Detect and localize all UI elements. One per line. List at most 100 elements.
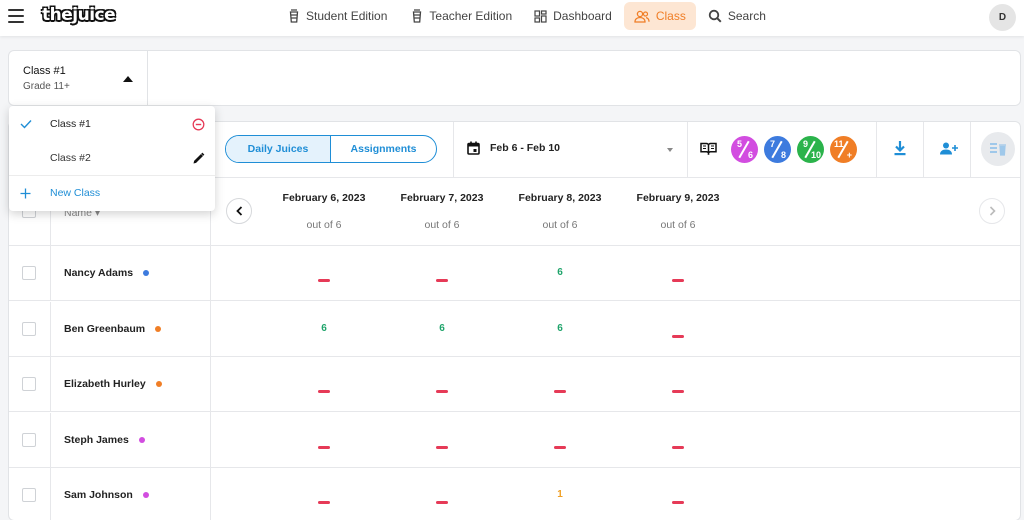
tab-assignments[interactable]: Assignments bbox=[331, 136, 436, 162]
missing-score-dash: - bbox=[672, 390, 684, 393]
nav-dashboard[interactable]: Dashboard bbox=[526, 2, 620, 30]
grade-badge-5-6[interactable]: 56 bbox=[731, 136, 758, 163]
checkbox-divider bbox=[50, 301, 51, 357]
date-range-select[interactable]: Feb 6 - Feb 10 bbox=[467, 141, 560, 155]
score-cell[interactable]: - bbox=[265, 271, 383, 282]
next-week-button[interactable] bbox=[979, 198, 1005, 224]
nav-class[interactable]: Class bbox=[623, 2, 696, 30]
selected-class-name: Class #1 bbox=[23, 65, 66, 77]
missing-score-dash: - bbox=[554, 445, 566, 449]
table-row: Nancy Adams - - 6 - bbox=[9, 246, 1020, 301]
missing-score-dash: - bbox=[672, 279, 684, 282]
score-cell[interactable]: - bbox=[619, 438, 737, 449]
nav-teacher-edition-label: Teacher Edition bbox=[429, 9, 513, 23]
date-range-label: Feb 6 - Feb 10 bbox=[490, 142, 561, 154]
day-date: February 7, 2023 bbox=[400, 192, 484, 204]
missing-score-dash: - bbox=[672, 334, 684, 338]
open-book-icon[interactable] bbox=[700, 141, 717, 155]
grade-badge-num: 9 bbox=[803, 139, 809, 149]
day-date: February 6, 2023 bbox=[282, 192, 366, 204]
missing-score-dash: - bbox=[436, 390, 448, 393]
checkbox-divider bbox=[50, 357, 51, 412]
pencil-icon[interactable] bbox=[192, 152, 205, 165]
student-checkbox[interactable] bbox=[22, 266, 36, 280]
day-out-of: out of 6 bbox=[306, 219, 342, 231]
student-name[interactable]: Elizabeth Hurley bbox=[64, 378, 162, 390]
view-toggle: Daily Juices Assignments bbox=[225, 135, 437, 163]
toolbar-divider bbox=[687, 122, 688, 178]
score-cell[interactable]: - bbox=[619, 493, 737, 504]
class-option-label: Class #1 bbox=[50, 118, 91, 130]
score-cell[interactable]: - bbox=[383, 271, 501, 282]
score-cell[interactable]: - bbox=[619, 327, 737, 338]
nav-search[interactable]: Search bbox=[700, 2, 774, 30]
grade-badge-num: 5 bbox=[737, 139, 743, 149]
top-nav-bar: thejuice Student Edition Teacher Edition… bbox=[0, 0, 1024, 36]
download-icon[interactable] bbox=[893, 140, 907, 156]
checkmark-icon bbox=[20, 120, 32, 129]
score-cell[interactable]: - bbox=[619, 271, 737, 282]
checkbox-divider bbox=[50, 468, 51, 520]
prev-week-button[interactable] bbox=[226, 198, 252, 224]
chevron-left-icon bbox=[235, 206, 242, 216]
score-cell[interactable]: - bbox=[501, 382, 619, 393]
class-option-2[interactable]: Class #2 bbox=[9, 141, 215, 175]
day-column-header: February 9, 2023 out of 6 bbox=[619, 192, 737, 231]
score-cell[interactable]: 6 bbox=[501, 267, 619, 278]
thejuice-logo[interactable]: thejuice bbox=[42, 5, 116, 25]
score-cell[interactable]: 6 bbox=[265, 323, 383, 334]
table-row: Steph James - - - - bbox=[9, 412, 1020, 468]
tab-daily-juices[interactable]: Daily Juices bbox=[226, 136, 331, 162]
hamburger-menu-icon[interactable] bbox=[8, 9, 24, 23]
score-cell[interactable]: - bbox=[383, 382, 501, 393]
score-cell[interactable]: 6 bbox=[383, 323, 501, 334]
class-select-button[interactable]: Class #1 Grade 11+ bbox=[9, 51, 148, 107]
nav-student-edition-label: Student Edition bbox=[306, 9, 388, 23]
day-column-header: February 8, 2023 out of 6 bbox=[501, 192, 619, 231]
student-checkbox[interactable] bbox=[22, 432, 36, 447]
score-cell[interactable]: - bbox=[265, 493, 383, 504]
user-avatar[interactable]: D bbox=[989, 4, 1016, 31]
student-name[interactable]: Ben Greenbaum bbox=[64, 323, 162, 335]
grade-badge-den: + bbox=[846, 150, 852, 160]
score-cell[interactable]: 1 bbox=[501, 489, 619, 500]
nav-student-edition[interactable]: Student Edition bbox=[278, 2, 397, 30]
chevron-right-icon bbox=[989, 206, 996, 216]
score-value: 6 bbox=[557, 322, 563, 334]
grade-badge-9-10[interactable]: 9 10 bbox=[797, 136, 824, 163]
missing-score-dash: - bbox=[436, 279, 448, 282]
class-option-1[interactable]: Class #1 bbox=[9, 107, 215, 141]
score-cell[interactable]: - bbox=[265, 382, 383, 393]
student-name[interactable]: Sam Johnson bbox=[64, 489, 149, 501]
new-class-button[interactable]: New Class bbox=[9, 176, 215, 210]
student-name[interactable]: Steph James bbox=[64, 434, 145, 446]
score-cell[interactable]: - bbox=[265, 438, 383, 449]
table-row: Sam Johnson - - 1 - bbox=[9, 468, 1020, 520]
table-row: Ben Greenbaum 6 6 6 - bbox=[9, 301, 1020, 357]
score-cell[interactable]: - bbox=[619, 382, 737, 393]
nav-teacher-edition[interactable]: Teacher Edition bbox=[401, 2, 522, 30]
score-cell[interactable]: - bbox=[383, 438, 501, 449]
student-checkbox[interactable] bbox=[22, 321, 36, 336]
score-value: 6 bbox=[439, 322, 445, 334]
student-name-label: Nancy Adams bbox=[64, 267, 134, 279]
student-checkbox[interactable] bbox=[22, 377, 36, 391]
toolbar-divider bbox=[923, 122, 924, 178]
day-out-of: out of 6 bbox=[660, 219, 696, 231]
score-cell[interactable]: 6 bbox=[501, 323, 619, 334]
day-date: February 8, 2023 bbox=[518, 192, 602, 204]
class-settings-button[interactable] bbox=[981, 132, 1015, 166]
grade-badge-den: 10 bbox=[810, 150, 821, 160]
remove-circle-icon[interactable] bbox=[192, 118, 205, 131]
student-name[interactable]: Nancy Adams bbox=[64, 267, 150, 279]
grade-badge-7-8[interactable]: 78 bbox=[764, 136, 791, 163]
missing-score-dash: - bbox=[436, 501, 448, 504]
grade-color-dot bbox=[138, 436, 145, 443]
grade-badge-11-plus[interactable]: 11 + bbox=[830, 136, 857, 163]
student-checkbox[interactable] bbox=[22, 488, 36, 502]
score-cell[interactable]: - bbox=[383, 493, 501, 504]
score-cell[interactable]: - bbox=[501, 438, 619, 449]
add-student-icon[interactable] bbox=[940, 142, 958, 155]
student-name-label: Elizabeth Hurley bbox=[64, 378, 146, 390]
grade-color-dot bbox=[143, 270, 150, 276]
